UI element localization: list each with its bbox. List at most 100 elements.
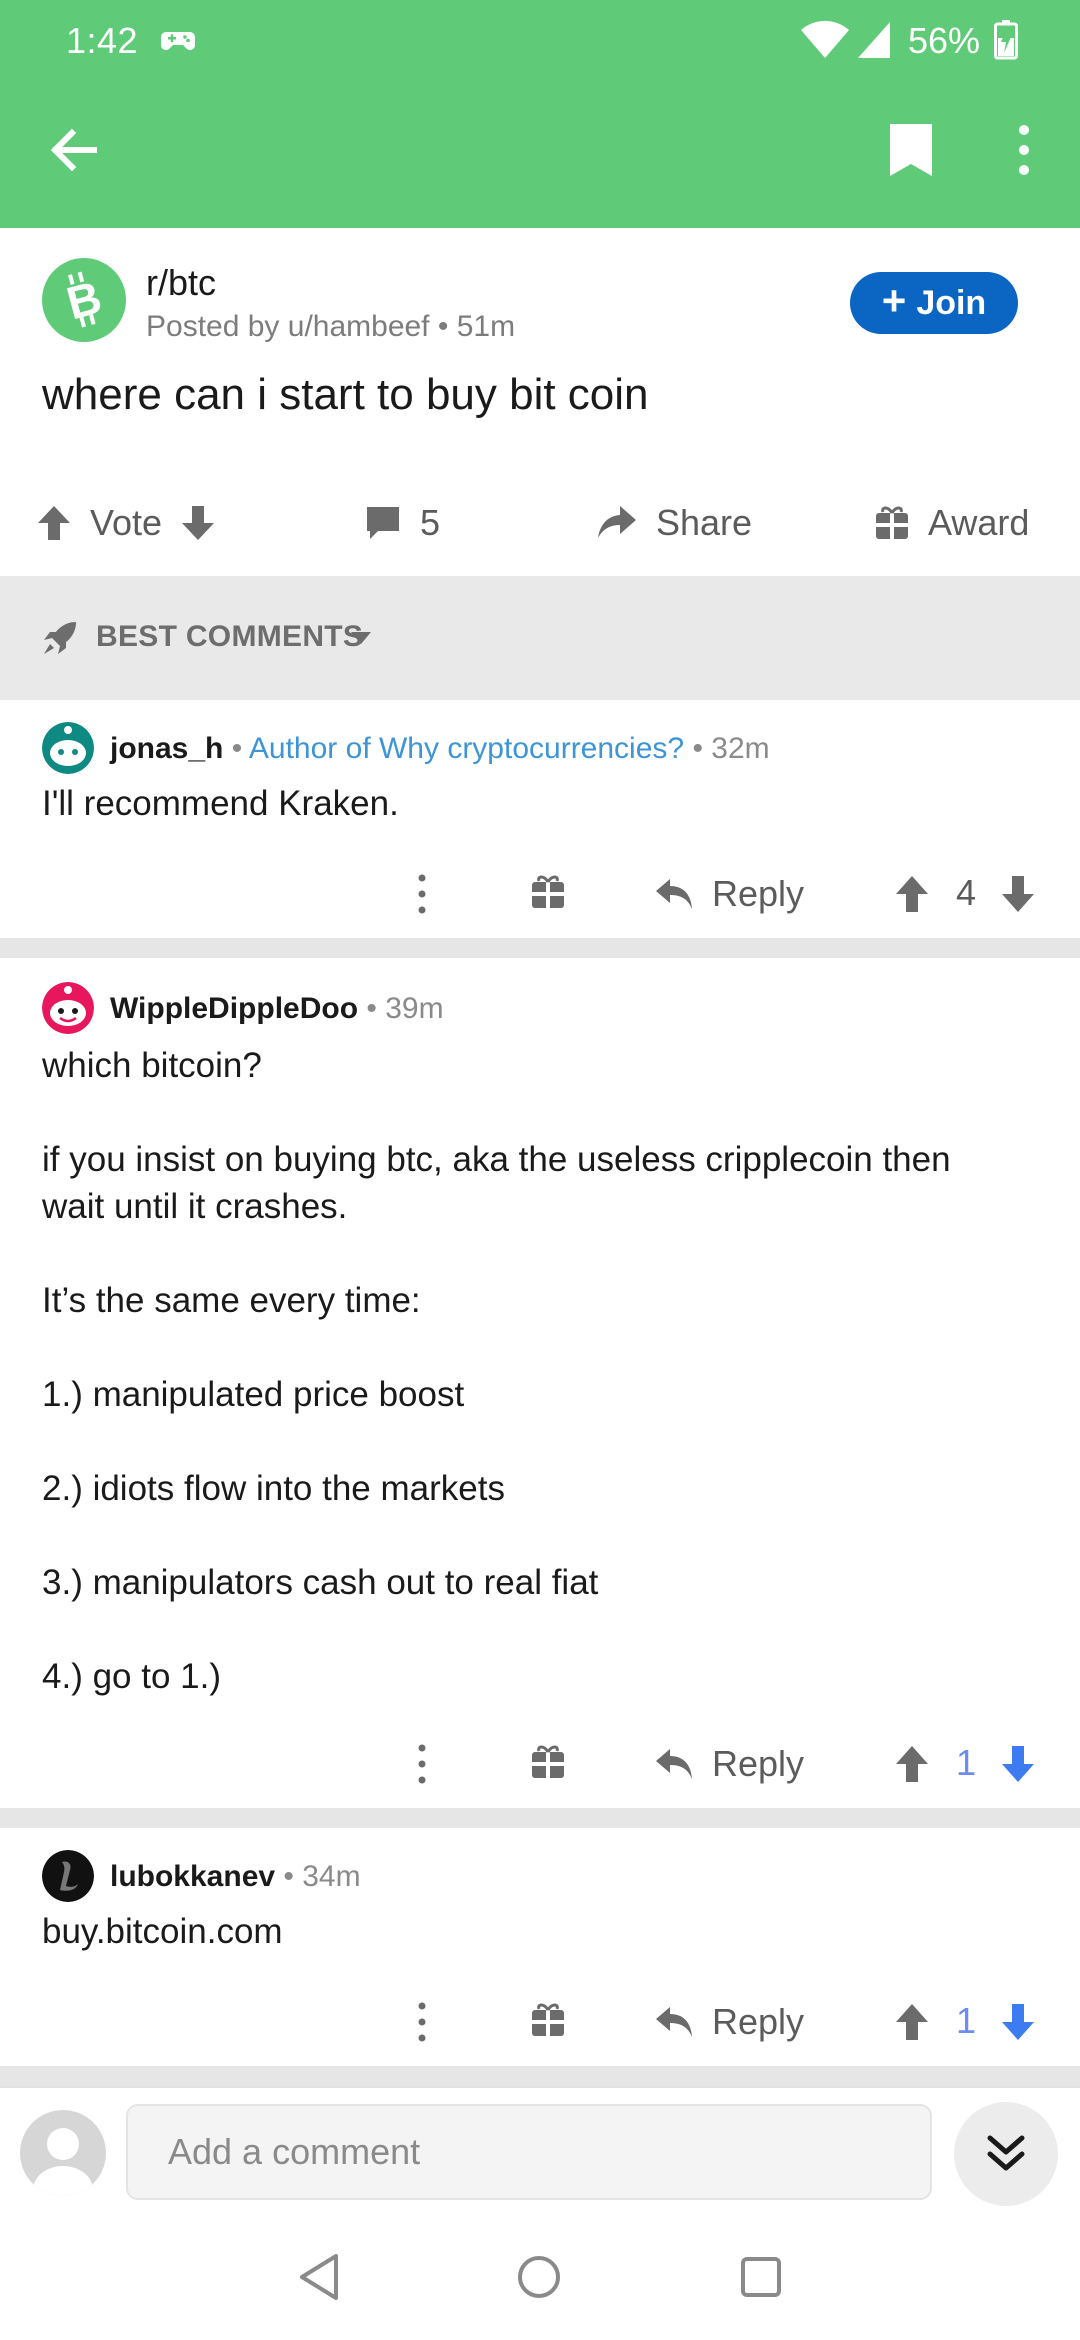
user-placeholder-icon <box>33 2128 93 2196</box>
upvote-arrow-icon[interactable] <box>894 1744 930 1784</box>
app-bar <box>0 100 1080 206</box>
upvote-arrow-icon[interactable] <box>894 2002 930 2042</box>
comment-body: buy.bitcoin.com <box>42 1908 1042 1955</box>
reply-label: Reply <box>712 873 805 914</box>
comment-actions: Reply 1 <box>0 1992 1080 2052</box>
bookmark-icon[interactable] <box>884 120 938 180</box>
more-vertical-icon[interactable] <box>414 1742 430 1786</box>
share-arrow-icon <box>598 506 636 538</box>
comment-item: jonas_h • Author of Why cryptocurrencies… <box>0 700 1080 938</box>
reply-arrow-icon <box>656 1749 692 1779</box>
award-button[interactable]: Award <box>874 490 1029 556</box>
gift-icon[interactable] <box>530 2002 566 2038</box>
comment-username[interactable]: lubokkanev <box>110 1860 275 1893</box>
reply-arrow-icon <box>656 879 692 909</box>
comment-paragraph: It’s the same every time: <box>42 1281 421 1320</box>
comment-age: 32m <box>711 732 770 765</box>
comment-score: 1 <box>956 2000 977 2041</box>
app-header: 1:42 56% <box>0 0 1080 228</box>
comment-count: 5 <box>420 502 441 543</box>
share-button[interactable]: Share <box>596 490 752 556</box>
award-label: Award <box>928 502 1030 543</box>
comment-divider <box>0 1808 1080 1828</box>
gift-icon[interactable] <box>530 874 566 910</box>
user-flair: Author of Why cryptocurrencies? <box>248 732 685 765</box>
comment-divider <box>0 938 1080 958</box>
more-options-icon[interactable] <box>1004 120 1044 180</box>
comment-bubble-icon <box>367 507 399 539</box>
comment-paragraph: buy.bitcoin.com <box>42 1912 283 1951</box>
comment-item: WippleDippleDoo • 39m which bitcoin? if … <box>0 958 1080 1808</box>
comment-paragraph: 1.) manipulated price boost <box>42 1375 465 1414</box>
comment-paragraph: which bitcoin? <box>42 1046 262 1085</box>
rocket-icon <box>44 622 76 654</box>
reply-arrow-icon <box>656 2007 692 2037</box>
jump-to-next-button[interactable] <box>954 2102 1058 2206</box>
comment-actions: Reply 4 <box>0 864 1080 924</box>
wifi-icon <box>801 20 849 58</box>
vote-control: Vote <box>36 490 216 556</box>
nav-recents-icon[interactable] <box>740 2256 782 2298</box>
more-vertical-icon[interactable] <box>414 2000 430 2044</box>
reply-button[interactable]: Reply <box>654 1992 804 2052</box>
sort-label: BEST COMMENTS <box>96 620 364 653</box>
comment-paragraph: I'll recommend Kraken. <box>42 784 399 823</box>
comment-paragraph: 4.) go to 1.) <box>42 1657 221 1696</box>
reply-label: Reply <box>712 1743 805 1784</box>
reply-button[interactable]: Reply <box>654 1734 804 1794</box>
comment-meta: WippleDippleDoo • 39m <box>110 992 444 1025</box>
vote-label: Vote <box>90 502 163 543</box>
comment-sort-bar[interactable]: BEST COMMENTS <box>0 576 1080 700</box>
comment-meta: lubokkanev • 34m <box>110 1860 361 1893</box>
comment-age: 39m <box>385 992 444 1025</box>
gift-icon[interactable] <box>530 1744 566 1780</box>
comment-divider <box>0 2066 1080 2086</box>
battery-percent: 56% <box>908 20 981 61</box>
downvote-arrow-icon[interactable] <box>180 504 216 542</box>
reply-label: Reply <box>712 2001 805 2042</box>
comment-age: 34m <box>302 1860 361 1893</box>
post-action-bar: Vote 5 Share Award <box>0 490 1080 556</box>
status-bar: 1:42 56% <box>0 0 1080 80</box>
share-label: Share <box>656 502 753 543</box>
nav-home-icon[interactable] <box>516 2254 562 2300</box>
bitcoin-cash-icon: B <box>61 271 107 330</box>
comment-username[interactable]: WippleDippleDoo <box>110 992 358 1025</box>
nav-back-icon[interactable] <box>296 2252 342 2302</box>
user-avatar[interactable] <box>42 1850 94 1902</box>
upvote-arrow-icon[interactable] <box>894 874 930 914</box>
game-controller-icon <box>161 32 195 50</box>
downvote-arrow-icon[interactable] <box>1000 874 1036 914</box>
status-time: 1:42 <box>66 20 139 61</box>
user-avatar[interactable] <box>42 722 94 774</box>
comments-button[interactable]: 5 <box>364 490 440 556</box>
subreddit-name[interactable]: r/btc <box>146 262 216 304</box>
downvote-arrow-icon[interactable] <box>1000 1744 1036 1784</box>
my-avatar[interactable] <box>20 2110 106 2196</box>
comment-score: 1 <box>956 1742 977 1783</box>
join-label: Join <box>916 283 987 322</box>
back-arrow-icon[interactable] <box>44 120 104 180</box>
comment-item: lubokkanev • 34m buy.bitcoin.com Reply 1 <box>0 1828 1080 2066</box>
cell-signal-icon <box>858 22 890 58</box>
join-button[interactable]: + Join <box>850 272 1018 334</box>
comment-body: which bitcoin? if you insist on buying b… <box>42 1042 1042 1700</box>
upvote-arrow-icon[interactable] <box>36 504 72 542</box>
subreddit-icon[interactable]: B <box>42 258 126 342</box>
reply-button[interactable]: Reply <box>654 864 804 924</box>
comment-paragraph: if you insist on buying btc, aka the use… <box>42 1140 951 1226</box>
comment-composer: Add a comment <box>0 2086 1080 2216</box>
downvote-arrow-icon[interactable] <box>1000 2002 1036 2042</box>
comment-paragraph: 2.) idiots flow into the markets <box>42 1469 505 1508</box>
gift-icon <box>876 506 908 539</box>
battery-icon <box>994 20 1018 60</box>
user-avatar[interactable] <box>42 982 94 1034</box>
more-vertical-icon[interactable] <box>414 872 430 916</box>
comment-body: I'll recommend Kraken. <box>42 780 1042 827</box>
add-comment-input[interactable]: Add a comment <box>126 2104 932 2200</box>
comment-paragraph: 3.) manipulators cash out to real fiat <box>42 1563 599 1602</box>
comment-username[interactable]: jonas_h <box>110 732 223 765</box>
post-byline: Posted by u/hambeef • 51m <box>146 310 516 343</box>
double-chevron-down-icon <box>987 2135 1025 2171</box>
post-title: where can i start to buy bit coin <box>42 370 649 419</box>
